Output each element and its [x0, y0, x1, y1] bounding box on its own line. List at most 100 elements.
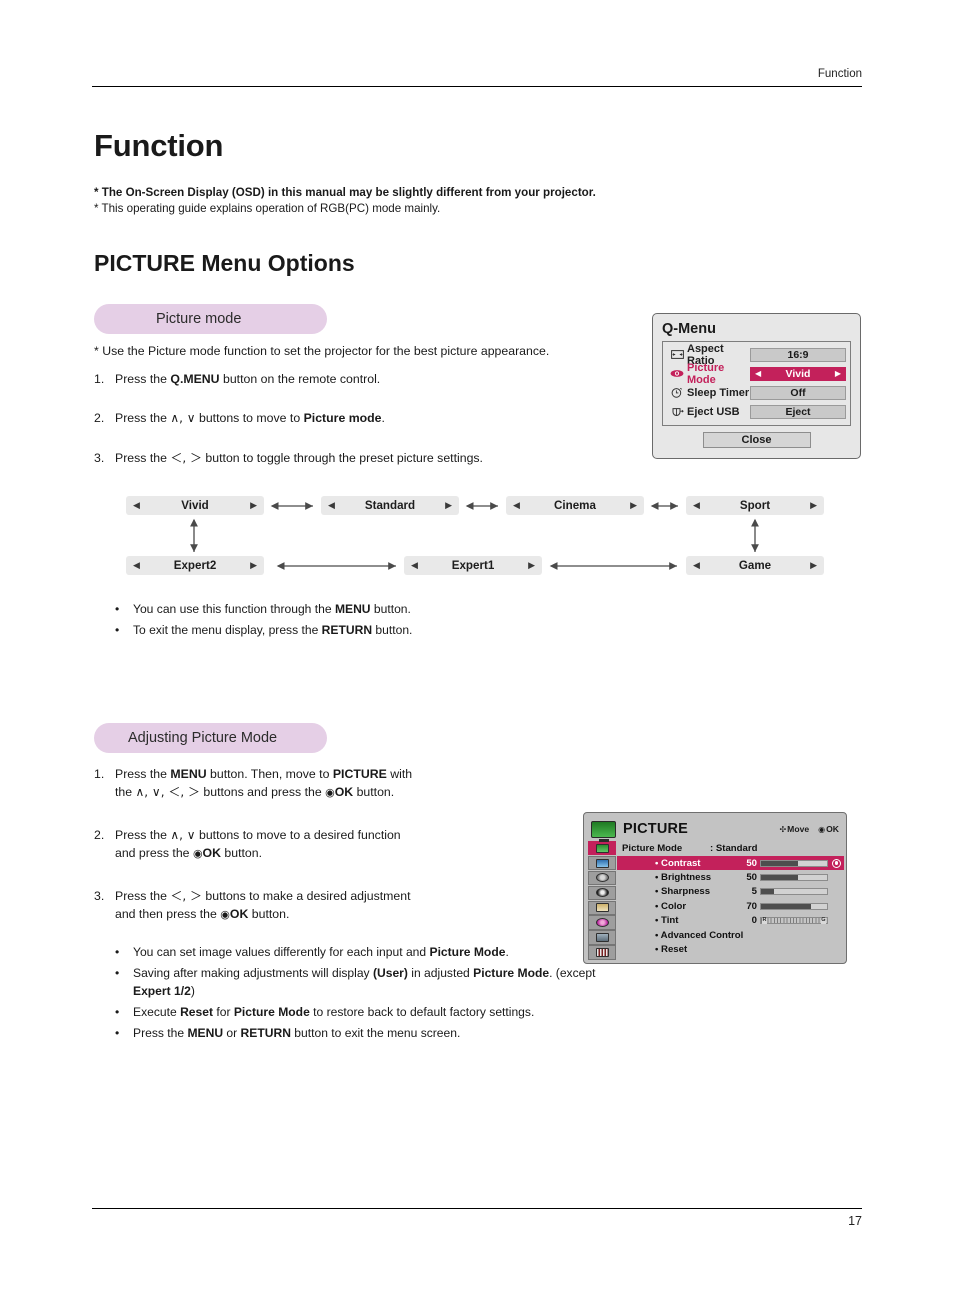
sleep-timer-icon: [667, 387, 687, 398]
bullet-icon: •: [115, 965, 120, 980]
osd-item-value: 50: [746, 857, 757, 869]
note-text-b: for: [213, 1005, 234, 1020]
step-2-text-c: .: [381, 411, 385, 426]
header-label: Function: [817, 68, 862, 80]
osd-item-contrast[interactable]: • Contrast 50: [617, 856, 844, 871]
tint-red-label: R: [762, 917, 767, 924]
note-bold-b: RETURN: [240, 1025, 291, 1040]
flow-label-expert1: Expert1: [451, 559, 495, 572]
osd-item-slider[interactable]: [760, 902, 828, 910]
note-bold-a: MENU: [187, 1025, 224, 1040]
list-item: • Press the MENU or RETURN button to exi…: [115, 1024, 605, 1043]
osd-item-slider[interactable]: [760, 859, 828, 867]
adjust-step-1-bold-menu: MENU: [170, 767, 207, 781]
left-arrow-icon: ◀: [133, 560, 140, 571]
step-3-number: 3.: [94, 450, 105, 465]
note-text-c: button to exit the menu screen.: [290, 1025, 461, 1040]
note-text-a: To exit the menu display, press the: [133, 622, 322, 637]
q-menu-value-picture-mode[interactable]: ◀ Vivid ▶: [750, 366, 846, 381]
q-menu-row-sleep-timer[interactable]: Sleep Timer Off: [667, 383, 846, 402]
leftright-arrow-icon: ＜, ＞: [170, 450, 203, 465]
flow-box-sport[interactable]: ◀ Sport ▶: [686, 496, 824, 515]
sidebar-item-screen[interactable]: [588, 855, 616, 871]
picture-osd-hints: ✣Move ◉OK: [779, 824, 839, 834]
flow-label-standard: Standard: [364, 499, 416, 512]
picture-mode-row[interactable]: Picture Mode : Standard: [617, 841, 844, 856]
ok-button-icon: ◉: [192, 847, 203, 861]
right-arrow-icon: ▶: [445, 500, 452, 511]
q-menu-close-button[interactable]: Close: [702, 432, 811, 448]
sidebar-item-network[interactable]: [588, 915, 616, 930]
note-text: You can set image values differently for…: [133, 943, 605, 962]
flow-box-expert2[interactable]: ◀ Expert2 ▶: [126, 556, 264, 575]
right-arrow-icon: ▶: [250, 560, 257, 571]
sidebar-item-time[interactable]: [588, 885, 616, 900]
right-arrow-icon: ▶: [810, 500, 817, 511]
osd-item-reset[interactable]: • Reset: [617, 942, 844, 956]
flow-box-standard[interactable]: ◀ Standard ▶: [321, 496, 459, 515]
bullet-icon: •: [115, 1005, 120, 1020]
flow-box-vivid[interactable]: ◀ Vivid ▶: [126, 496, 264, 515]
q-menu-value-eject-usb[interactable]: Eject: [750, 404, 846, 419]
step-3: 3. Press the ＜, ＞ button to toggle throu…: [94, 449, 634, 467]
flow-box-cinema[interactable]: ◀ Cinema ▶: [506, 496, 644, 515]
step-1-bold: Q.MENU: [170, 372, 220, 386]
osd-item-label: • Contrast: [655, 857, 701, 869]
page-number: 17: [848, 1214, 862, 1228]
adjusting-steps: 1. Press the MENU button. Then, move to …: [94, 765, 564, 945]
osd-item-slider[interactable]: [760, 874, 828, 882]
q-menu-value-sleep-timer[interactable]: Off: [750, 385, 846, 400]
flow-box-expert1[interactable]: ◀ Expert1 ▶: [404, 556, 542, 575]
note-bold-b: Picture Mode: [473, 965, 550, 980]
bullet-icon: •: [115, 945, 120, 959]
q-menu-row-picture-mode[interactable]: Picture Mode ◀ Vivid ▶: [667, 361, 846, 386]
q-menu-value-aspect-ratio[interactable]: 16:9: [750, 347, 846, 362]
option-icon: [595, 903, 609, 913]
sidebar-item-picture[interactable]: [588, 841, 616, 856]
adjust-step-2-body: Press the ∧, ∨ buttons to move to a desi…: [115, 826, 564, 863]
osd-item-tint[interactable]: • Tint 0 R G: [617, 914, 844, 928]
adjust-step-2-text-c: and press the: [115, 846, 193, 861]
list-item: • You can use this function through the …: [115, 600, 585, 619]
sidebar-item-option[interactable]: [588, 900, 616, 915]
osd-item-brightness[interactable]: • Brightness 50: [617, 870, 844, 884]
right-arrow-icon[interactable]: ▶: [835, 369, 841, 378]
note-text-b: button.: [372, 622, 413, 637]
ok-button-icon[interactable]: [832, 858, 841, 868]
flow-box-game[interactable]: ◀ Game ▶: [686, 556, 824, 575]
note-text-b: in adjusted: [407, 965, 474, 980]
left-arrow-icon: ◀: [693, 560, 700, 571]
sidebar-item-audio[interactable]: [588, 870, 616, 886]
q-menu-row-eject-usb[interactable]: Eject USB Eject: [667, 402, 846, 421]
screen-icon: [595, 858, 609, 868]
input-icon: [595, 932, 609, 942]
note-bold-c: Expert 1/2: [133, 984, 191, 999]
left-arrow-icon: ◀: [693, 500, 700, 511]
osd-item-tint-slider[interactable]: R G: [760, 917, 828, 925]
adjust-step-2-number: 2.: [94, 827, 105, 842]
picture-mode-row-label: Picture Mode: [622, 843, 683, 854]
q-menu-label-picture-mode: Picture Mode: [687, 361, 725, 386]
picture-mode-notes: • You can use this function through the …: [115, 600, 585, 641]
adjust-step-2-text-b: buttons to move to a desired function: [195, 827, 401, 842]
adjust-step-3-text-a: Press the: [115, 888, 171, 903]
picture-mode-row-value: : Standard: [710, 843, 758, 854]
step-2-bold: Picture mode: [303, 411, 382, 426]
osd-item-color[interactable]: • Color 70: [617, 899, 844, 913]
flow-label-expert2: Expert2: [173, 559, 217, 572]
aspect-ratio-icon: [667, 350, 687, 359]
picture-mode-heading-label: Picture mode: [156, 311, 242, 327]
picture-osd-list: Picture Mode : Standard • Contrast 50 • …: [616, 841, 844, 959]
page-header: Function: [92, 68, 862, 87]
page-title: Function: [94, 128, 224, 163]
step-2: 2. Press the ∧, ∨ buttons to move to Pic…: [94, 409, 634, 427]
right-arrow-icon: ▶: [630, 500, 637, 511]
adjust-step-2-text-a: Press the: [115, 827, 171, 842]
osd-item-sharpness[interactable]: • Sharpness 5: [617, 885, 844, 899]
adjust-step-3-bold-ok: OK: [229, 907, 249, 922]
move-hint-label: Move: [787, 824, 810, 834]
osd-item-slider[interactable]: [760, 888, 828, 896]
step-1-number: 1.: [94, 372, 105, 386]
osd-item-advanced-control[interactable]: • Advanced Control: [617, 928, 844, 942]
step-2-number: 2.: [94, 411, 105, 426]
